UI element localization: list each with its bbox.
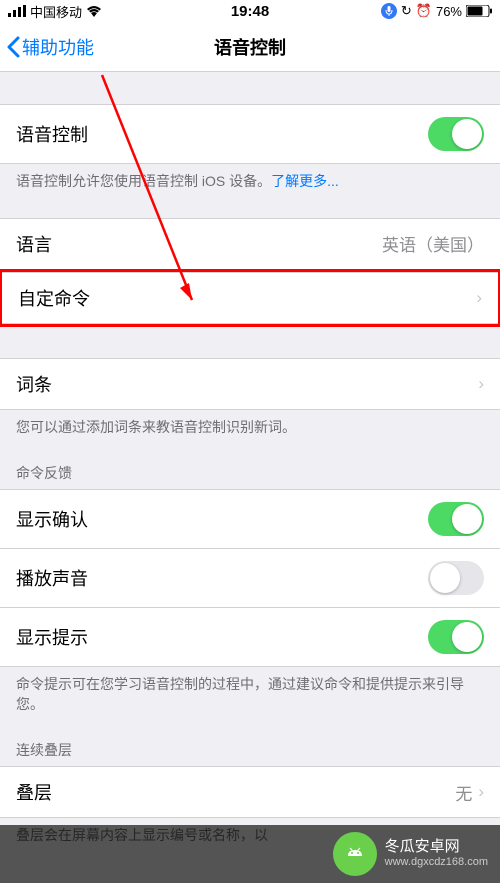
wifi-icon bbox=[86, 5, 102, 17]
orientation-lock-icon: ↻ bbox=[401, 3, 412, 19]
voice-control-status-icon bbox=[381, 3, 397, 19]
status-bar: 中国移动 19:48 ↻ ⏰ 76% bbox=[0, 0, 500, 22]
page-title: 语音控制 bbox=[214, 34, 286, 60]
show-confirm-row[interactable]: 显示确认 bbox=[0, 489, 500, 549]
cell-label: 词条 bbox=[16, 371, 52, 397]
battery-percent: 76% bbox=[436, 4, 462, 19]
language-value: 英语（美国） bbox=[382, 231, 484, 256]
cell-label: 语言 bbox=[16, 231, 52, 257]
cell-label: 叠层 bbox=[16, 779, 52, 805]
play-sound-row[interactable]: 播放声音 bbox=[0, 549, 500, 608]
chevron-right-icon: › bbox=[478, 374, 484, 394]
chevron-left-icon bbox=[6, 36, 20, 58]
language-row[interactable]: 语言 英语（美国） bbox=[0, 218, 500, 270]
show-hints-row[interactable]: 显示提示 bbox=[0, 608, 500, 667]
chevron-right-icon: › bbox=[476, 288, 482, 308]
battery-icon bbox=[466, 5, 492, 17]
custom-commands-row[interactable]: 自定命令 › bbox=[2, 272, 498, 324]
vocabulary-footer: 您可以通过添加词条来教语音控制识别新词。 bbox=[0, 410, 500, 446]
watermark-url: www.dgxcdz168.com bbox=[385, 856, 488, 869]
status-time: 19:48 bbox=[231, 3, 269, 20]
overlay-row[interactable]: 叠层 无 › bbox=[0, 766, 500, 818]
vocabulary-row[interactable]: 词条 › bbox=[0, 358, 500, 410]
cell-label: 语音控制 bbox=[16, 121, 88, 147]
show-confirm-toggle[interactable] bbox=[428, 502, 484, 536]
cell-label: 显示确认 bbox=[16, 506, 88, 532]
voice-control-footer: 语音控制允许您使用语音控制 iOS 设备。了解更多... bbox=[0, 164, 500, 200]
nav-bar: 辅助功能 语音控制 bbox=[0, 22, 500, 72]
voice-control-toggle-row[interactable]: 语音控制 bbox=[0, 104, 500, 164]
watermark-title: 冬瓜安卓网 bbox=[385, 838, 488, 856]
chevron-right-icon: › bbox=[478, 782, 484, 802]
back-label: 辅助功能 bbox=[22, 34, 94, 60]
show-hints-toggle[interactable] bbox=[428, 620, 484, 654]
watermark: 冬瓜安卓网 www.dgxcdz168.com bbox=[0, 825, 500, 883]
back-button[interactable]: 辅助功能 bbox=[6, 34, 94, 60]
cell-label: 显示提示 bbox=[16, 624, 88, 650]
watermark-logo-icon bbox=[333, 832, 377, 876]
overlay-value: 无 bbox=[455, 780, 472, 805]
alarm-icon: ⏰ bbox=[416, 3, 432, 19]
play-sound-toggle[interactable] bbox=[428, 561, 484, 595]
cell-label: 播放声音 bbox=[16, 565, 88, 591]
voice-control-toggle[interactable] bbox=[428, 117, 484, 151]
carrier-label: 中国移动 bbox=[30, 2, 82, 21]
feedback-footer: 命令提示可在您学习语音控制的过程中，通过建议命令和提供提示来引导您。 bbox=[0, 667, 500, 722]
overlay-header: 连续叠层 bbox=[0, 722, 500, 766]
cell-label: 自定命令 bbox=[18, 285, 90, 311]
learn-more-link[interactable]: 了解更多... bbox=[271, 173, 339, 189]
feedback-header: 命令反馈 bbox=[0, 445, 500, 489]
signal-icon bbox=[8, 5, 26, 17]
